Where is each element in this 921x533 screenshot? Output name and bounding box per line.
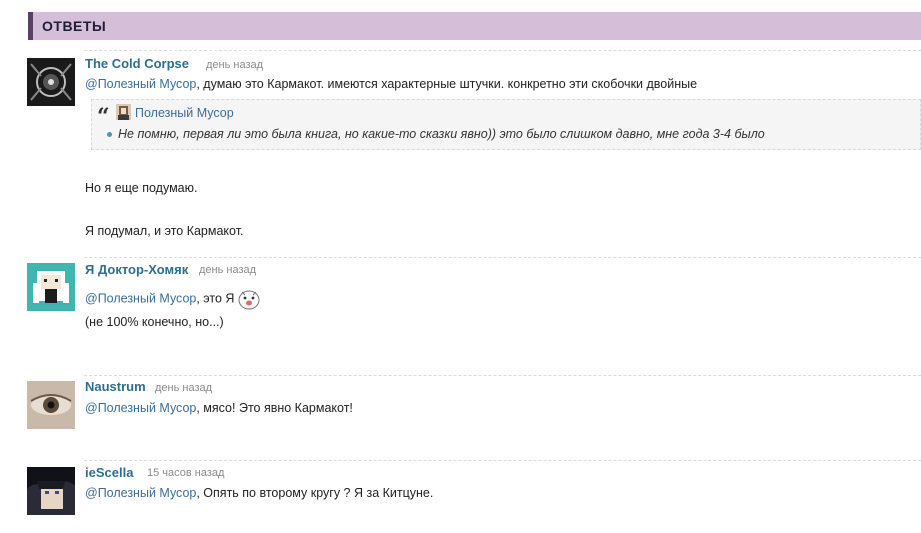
comment-divider	[84, 375, 921, 376]
comment-time: день назад	[199, 264, 257, 276]
comment-body: , это Я	[196, 291, 235, 306]
comment-author[interactable]: Naustrum	[85, 379, 146, 394]
comment-text: @Полезный Мусор, это Я	[85, 286, 262, 312]
emoji-icon	[236, 286, 262, 312]
comment-body: , Опять по второму кругу ? Я за Китцуне.	[196, 486, 434, 500]
quote-author[interactable]: Полезный Мусор	[135, 106, 234, 120]
mention-link[interactable]: @Полезный Мусор	[85, 486, 196, 500]
comment-time: день назад	[155, 382, 213, 394]
comment-text: @Полезный Мусор, думаю это Кармакот. име…	[85, 77, 697, 91]
comment-extra-line: Но я еще подумаю.	[85, 181, 198, 195]
comment-text: @Полезный Мусор, Опять по второму кругу …	[85, 486, 433, 500]
quote-block: “ Полезный Мусор Не помню, первая ли это…	[91, 99, 921, 150]
comment-divider	[84, 50, 921, 51]
comment-body: , мясо! Это явно Кармакот!	[196, 401, 353, 415]
comment-divider	[84, 460, 921, 461]
comment-divider	[84, 257, 921, 258]
quote-bullet	[107, 132, 112, 137]
quote-icon: “	[97, 104, 110, 130]
avatar[interactable]	[27, 381, 75, 429]
comment-author[interactable]: The Cold Corpse	[85, 56, 189, 71]
comment-body: , думаю это Кармакот. имеются характерны…	[196, 77, 698, 91]
comment-time: день назад	[206, 59, 264, 71]
avatar[interactable]	[27, 263, 75, 311]
comment-author[interactable]: ieScella	[85, 465, 133, 480]
comment-text: @Полезный Мусор, мясо! Это явно Кармакот…	[85, 401, 353, 415]
comment-time: 15 часов назад	[147, 467, 225, 479]
mention-link[interactable]: @Полезный Мусор	[85, 401, 196, 415]
comment-extra-line: Я подумал, и это Кармакот.	[85, 224, 244, 238]
section-header: ОТВЕТЫ	[28, 12, 921, 40]
mention-link[interactable]: @Полезный Мусор	[85, 291, 196, 305]
comment-author[interactable]: Я Доктор-Хомяк	[85, 262, 188, 277]
avatar[interactable]	[27, 467, 75, 515]
quote-text: Не помню, первая ли это была книга, но к…	[118, 127, 765, 141]
section-title: ОТВЕТЫ	[42, 18, 107, 34]
quote-avatar[interactable]	[116, 104, 131, 120]
mention-link[interactable]: @Полезный Мусор	[85, 77, 196, 91]
comment-extra-line: (не 100% конечно, но...)	[85, 315, 224, 329]
avatar[interactable]	[27, 58, 75, 106]
